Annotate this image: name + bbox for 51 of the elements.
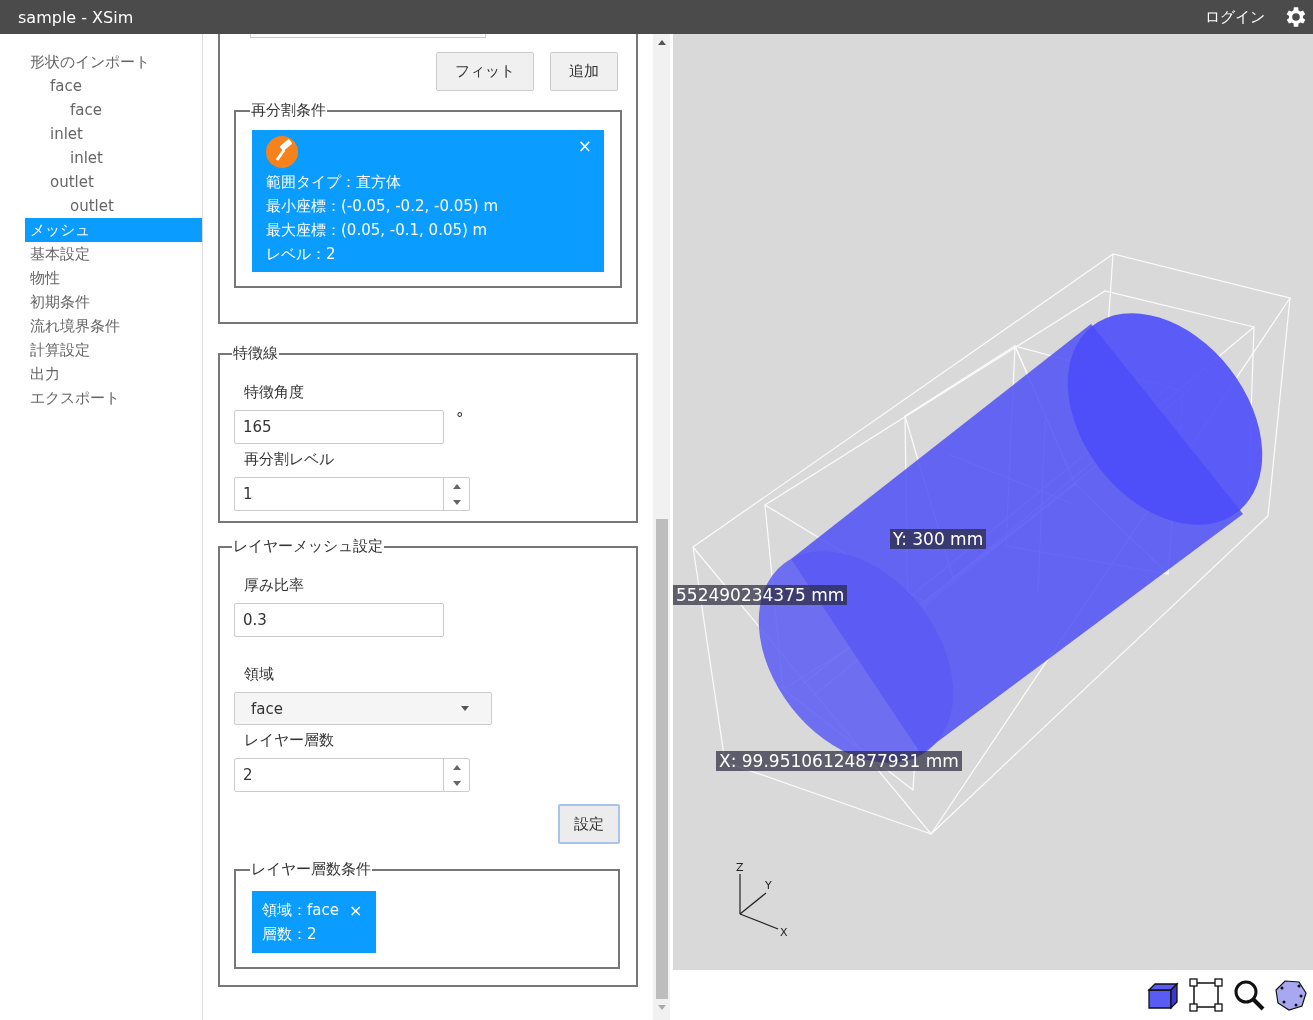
3d-viewport[interactable]: Y: 300 mm 552490234375 mm X: 99.95106124877931 mm Z Y X xyxy=(673,34,1313,970)
group-label: 再分割条件 xyxy=(250,101,327,120)
input-field[interactable]: 165 xyxy=(234,410,444,444)
sidebar-item[interactable]: 出力 xyxy=(25,362,202,386)
axis-triad-drawing: Z Y X xyxy=(728,852,798,942)
unit-label: ° xyxy=(456,410,464,428)
toolbar-button[interactable]: 追加 xyxy=(550,52,618,91)
sidebar-item[interactable]: outlet xyxy=(25,170,202,194)
window-title: sample - XSim xyxy=(18,7,135,27)
search-icon[interactable] xyxy=(1233,979,1265,1011)
polyhedron-icon[interactable] xyxy=(1275,979,1307,1011)
input-field[interactable]: 0.3 xyxy=(234,603,444,637)
field-label: 特徴角度 xyxy=(244,383,305,402)
sidebar-item[interactable]: inlet xyxy=(25,146,202,170)
login-link[interactable]: ログイン xyxy=(1205,7,1265,27)
dimension-label: Y: 300 mm xyxy=(890,529,987,549)
number-field[interactable]: 1 xyxy=(234,477,470,511)
group-label: レイヤーメッシュ設定 xyxy=(232,537,384,556)
sidebar-item[interactable]: 初期条件 xyxy=(25,290,202,314)
condition-text: 領域：face xyxy=(262,900,339,921)
field-label: 厚み比率 xyxy=(244,576,305,595)
field-label: 領域 xyxy=(244,665,275,684)
sidebar-item[interactable]: face xyxy=(25,98,202,122)
condition-text: 層数：2 xyxy=(262,924,318,945)
dropdown[interactable]: face xyxy=(234,692,492,725)
condition-text: 範囲タイプ：直方体 xyxy=(266,172,402,193)
condition-text: 最大座標：(0.05, -0.1, 0.05) m xyxy=(266,220,489,241)
group-label: 特徴線 xyxy=(232,344,279,363)
scrollbar[interactable] xyxy=(653,34,670,1020)
sidebar-item[interactable]: face xyxy=(25,74,202,98)
field-label: 再分割レベル xyxy=(244,450,335,469)
selection-frame-icon[interactable] xyxy=(1189,978,1223,1012)
dimension-label: X: 99.95106124877931 mm xyxy=(716,751,962,771)
sidebar-item[interactable]: outlet xyxy=(25,194,202,218)
cube-icon[interactable] xyxy=(1147,980,1179,1010)
sidebar-item[interactable]: 形状のインポート xyxy=(25,50,202,74)
condition-text: レベル：2 xyxy=(266,244,337,265)
sidebar-item[interactable]: 物性 xyxy=(25,266,202,290)
sidebar-item[interactable]: 流れ境界条件 xyxy=(25,314,202,338)
sidebar-item[interactable]: inlet xyxy=(25,122,202,146)
sidebar-item[interactable]: エクスポート xyxy=(25,386,202,410)
sidebar-item[interactable]: 計算設定 xyxy=(25,338,202,362)
sidebar-item[interactable]: 基本設定 xyxy=(25,242,202,266)
number-field[interactable]: 2 xyxy=(234,758,470,792)
group-label: レイヤー層数条件 xyxy=(250,860,372,879)
field-label: レイヤー層数 xyxy=(244,731,335,750)
set-button[interactable]: 設定 xyxy=(558,804,620,844)
condition-text: 最小座標：(-0.05, -0.2, -0.05) m xyxy=(266,196,500,217)
toolbar-button[interactable]: フィット xyxy=(436,52,534,91)
paint-roller-icon xyxy=(266,136,298,168)
dimension-label: 552490234375 mm xyxy=(673,585,848,605)
